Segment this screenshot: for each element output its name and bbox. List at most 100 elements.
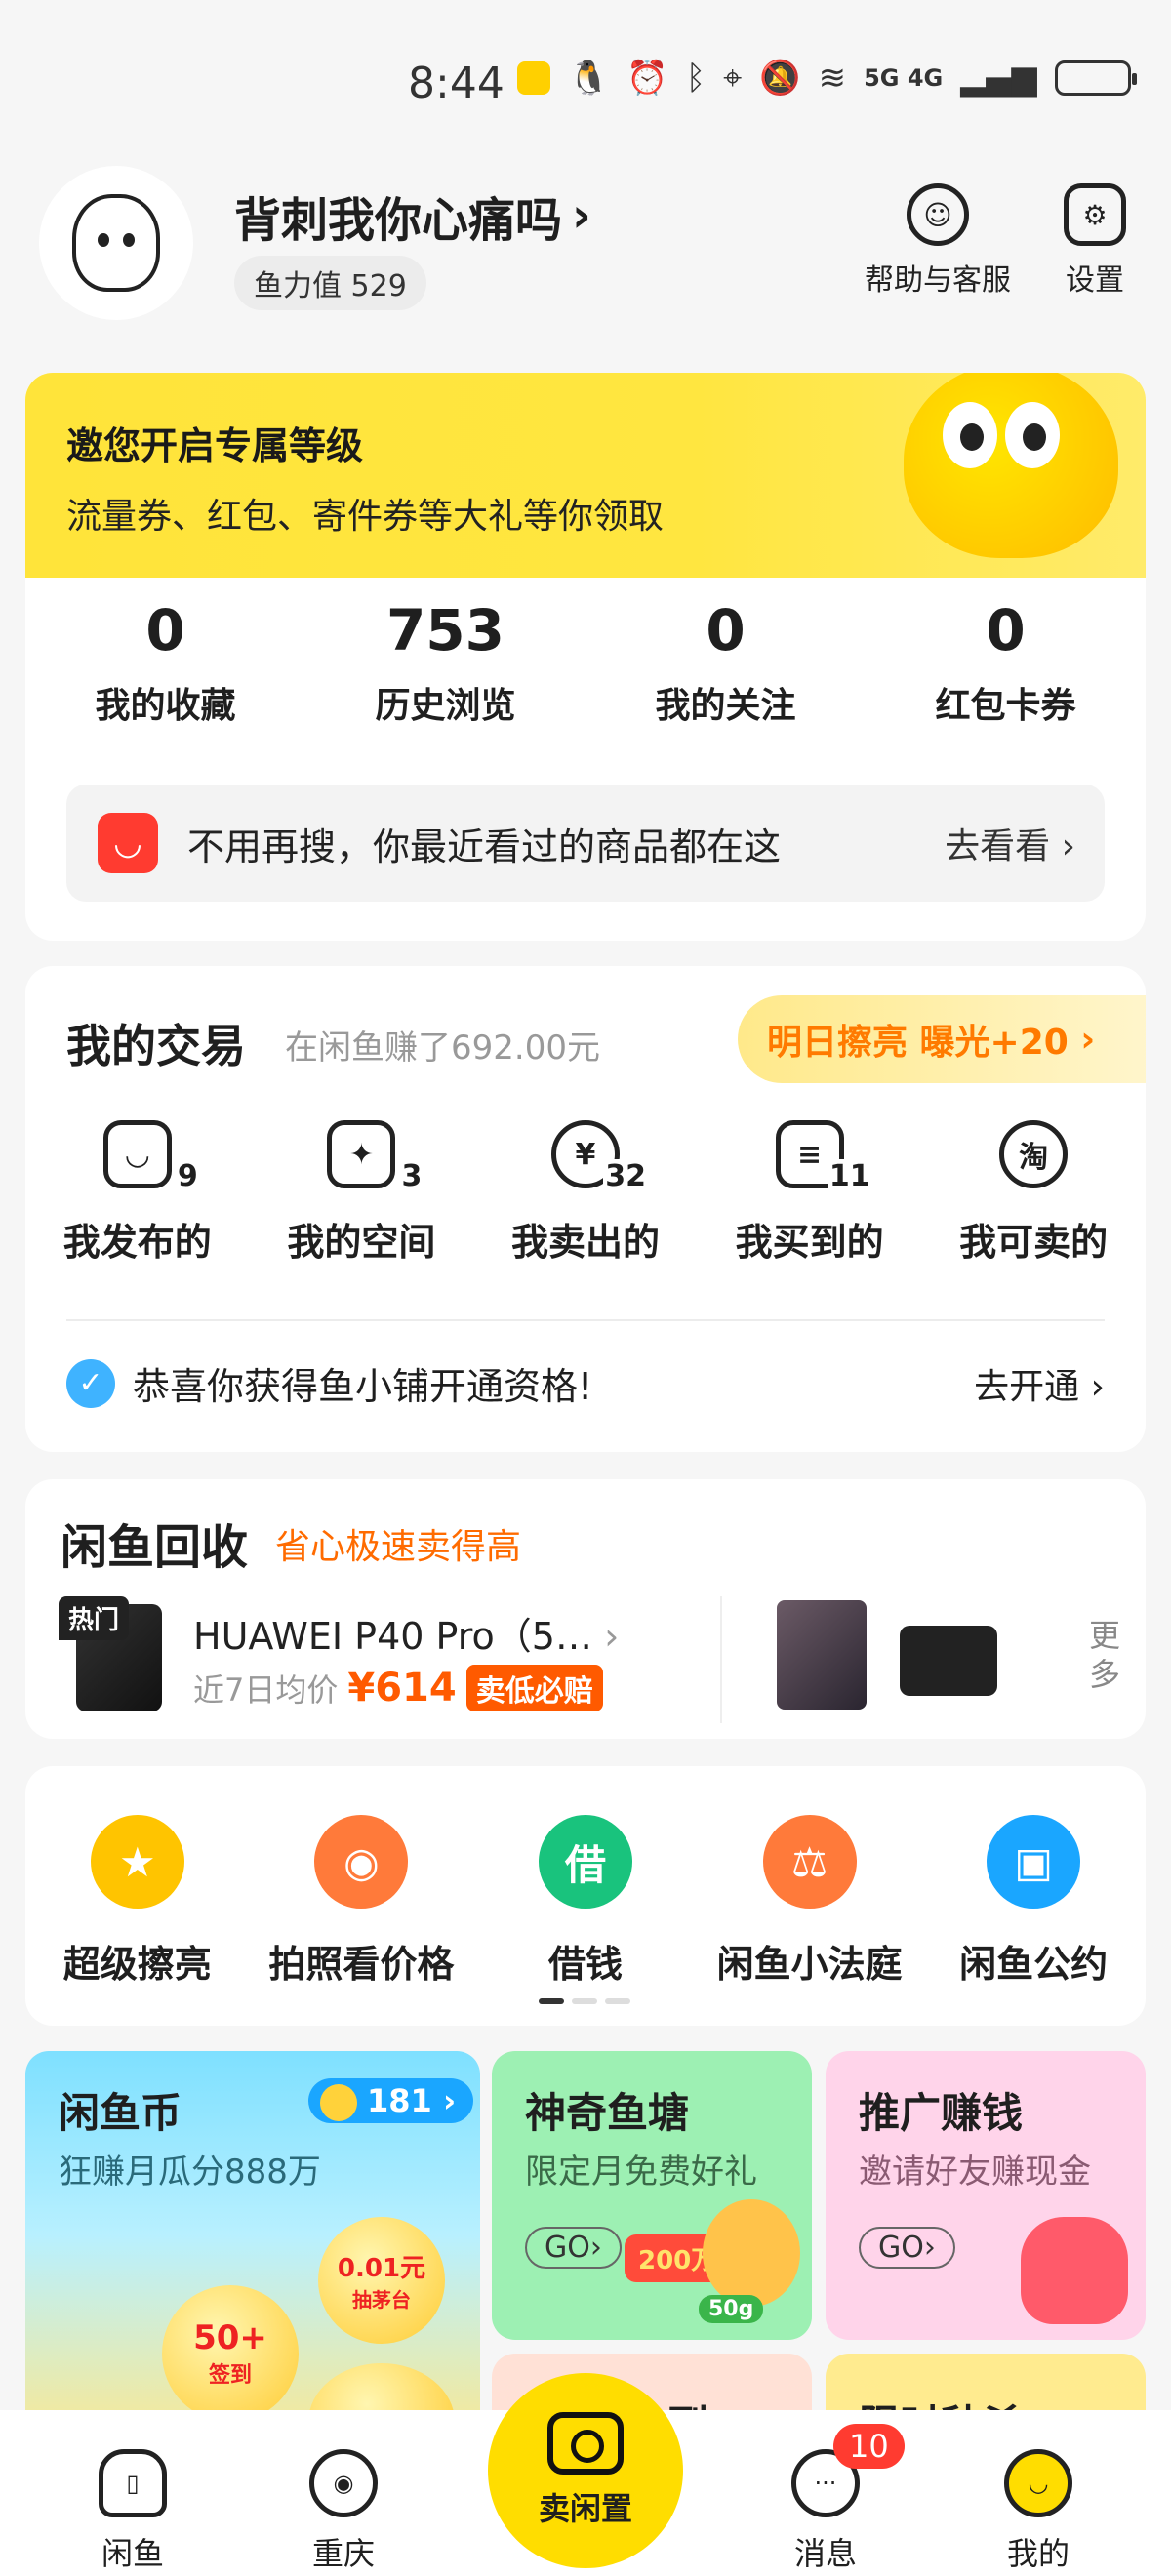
recent-viewed-banner[interactable]: ◡ 不用再搜，你最近看过的商品都在这 去看看 › (66, 785, 1105, 902)
page-dot (572, 1998, 597, 2004)
service-label: 闲鱼公约 (959, 1943, 1109, 1986)
page-dot (539, 1998, 564, 2004)
tile-title: 闲鱼币 (59, 2089, 182, 2137)
magic-pond-tile[interactable]: 神奇鱼塘 限定月免费好礼 GO› 200万 50g (492, 2051, 812, 2340)
recycle-card: 闲鱼回收 省心极速卖得高 热门 HUAWEI P40 Pro（5… › 近7日均… (25, 1479, 1146, 1739)
recycle-product-link[interactable]: HUAWEI P40 Pro（5… › (193, 1606, 619, 1660)
trade-item-bought[interactable]: ≡ 11 我买到的 (698, 1120, 922, 1266)
signal-icon: ▂▄▆ (960, 59, 1037, 98)
divider (66, 1319, 1105, 1321)
money-bag-icon (1021, 2217, 1128, 2324)
fish-mascot-icon (904, 373, 1118, 558)
trade-item-sold[interactable]: ¥32 我卖出的 (473, 1120, 698, 1266)
messages-count-badge: 10 (833, 2424, 905, 2469)
coin-count-badge[interactable]: 181 › (308, 2078, 474, 2123)
recent-viewed-link: 去看看 › (945, 826, 1075, 866)
network-type-label: 5G 4G (864, 64, 944, 92)
nav-label: 消息 (793, 2535, 857, 2572)
published-icon: ◡ 9 (102, 1120, 200, 1193)
mute-icon: 🔕 (759, 59, 801, 98)
help-service-button[interactable]: ☺ 帮助与客服 (865, 183, 1011, 299)
location-icon: ⌖ (723, 59, 743, 98)
trade-earned: 在闲鱼赚了692.00元 (285, 1028, 600, 1067)
sell-label: 卖闲置 (538, 2490, 632, 2527)
stat-value: 0 (986, 597, 1026, 664)
settings-label: 设置 (1066, 263, 1124, 298)
service-convention[interactable]: ▣ 闲鱼公约 (921, 1815, 1146, 1988)
services-row: ★ 超级擦亮 ◉ 拍照看价格 借 借钱 ⚖ 闲鱼小法庭 ▣ 闲鱼公约 (25, 1815, 1146, 1988)
product-price-row: 近7日均价 ¥614 卖低必赔 (193, 1665, 603, 1711)
gear-icon: ⚙ (1064, 183, 1126, 246)
hot-tag: 热门 (59, 1596, 130, 1640)
sell-idle-button[interactable]: 卖闲置 (488, 2373, 683, 2568)
promotion-earn-tile[interactable]: 推广赚钱 邀请好友赚现金 GO› (826, 2051, 1146, 2340)
service-label: 借钱 (547, 1943, 623, 1986)
pond-weight-tag: 50g (699, 2295, 764, 2323)
tomorrow-polish-button[interactable]: 明日擦亮 曝光+20 › (738, 995, 1146, 1083)
tile-title: 神奇鱼塘 (525, 2089, 690, 2137)
xianyu-coin-tile[interactable]: 闲鱼币 181 › 狂赚月瓜分888万 0.01元抽茅台 50+签到 1000万 (25, 2051, 480, 2461)
stat-value: 0 (145, 597, 185, 664)
shop-open-link: 去开通 › (974, 1366, 1105, 1407)
camera-icon (547, 2412, 624, 2475)
service-super-polish[interactable]: ★ 超级擦亮 (25, 1815, 250, 1988)
stat-coupons[interactable]: 0 红包卡券 (866, 597, 1146, 728)
recycle-slogan: 省心极速卖得高 (275, 1527, 522, 1567)
page-dot (605, 1998, 630, 2004)
qq-icon: 🐧 (568, 59, 610, 98)
trade-item-published[interactable]: ◡ 9 我发布的 (25, 1120, 250, 1266)
price-value: ¥614 (347, 1666, 457, 1711)
stat-history[interactable]: 753 历史浏览 (305, 597, 586, 728)
nav-mine[interactable]: ◡ 我的 (970, 2449, 1107, 2574)
nav-home[interactable]: ▯ 闲鱼 (64, 2449, 201, 2574)
tablet-image[interactable] (777, 1600, 867, 1710)
trade-item-sellable[interactable]: 淘 我可卖的 (921, 1120, 1146, 1266)
stat-label: 历史浏览 (375, 686, 516, 726)
status-time: 8:44 (408, 59, 505, 108)
camera-image[interactable] (900, 1626, 997, 1696)
service-borrow[interactable]: 借 借钱 (473, 1815, 698, 1988)
settings-button[interactable]: ⚙ 设置 (1064, 183, 1126, 299)
mascot-eye-icon (1005, 402, 1060, 468)
username: 背刺我你心痛吗 (234, 193, 563, 248)
taobao-icon: 淘 (999, 1120, 1069, 1188)
promo-go-button[interactable]: GO› (859, 2227, 955, 2269)
stat-value: 753 (385, 597, 505, 664)
nav-city[interactable]: ◉ 重庆 (275, 2449, 412, 2574)
trade-item-label: 我可卖的 (959, 1221, 1109, 1264)
alarm-icon: ⏰ (626, 59, 668, 98)
count-badge: 9 (175, 1159, 200, 1193)
price-guarantee-tag: 卖低必赔 (465, 1665, 603, 1711)
stat-following[interactable]: 0 我的关注 (586, 597, 866, 728)
shop-qualification-row[interactable]: ✓ 恭喜你获得鱼小铺开通资格! 去开通 › (66, 1356, 1105, 1410)
page-indicator (539, 1998, 630, 2004)
mascot-eye-icon (943, 402, 997, 468)
tile-subtitle: 邀请好友赚现金 (859, 2153, 1091, 2192)
avatar[interactable] (39, 166, 193, 320)
services-card: ★ 超级擦亮 ◉ 拍照看价格 借 借钱 ⚖ 闲鱼小法庭 ▣ 闲鱼公约 (25, 1766, 1146, 2026)
location-pin-icon: ◉ (309, 2449, 378, 2517)
chevron-right-icon: › (604, 1615, 620, 1658)
service-photo-price[interactable]: ◉ 拍照看价格 (250, 1815, 474, 1988)
nav-label: 闲鱼 (101, 2535, 164, 2572)
level-subtitle: 流量券、红包、寄件券等大礼等你领取 (66, 497, 665, 537)
trade-item-label: 我的空间 (287, 1221, 436, 1264)
chevron-right-icon: › (572, 188, 591, 243)
shop-qualification-text: 恭喜你获得鱼小铺开通资格! (133, 1365, 593, 1408)
pond-go-button[interactable]: GO› (525, 2227, 622, 2269)
username-link[interactable]: 背刺我你心痛吗 › (234, 181, 591, 250)
camera-icon: ◉ (314, 1815, 409, 1909)
tile-subtitle: 限定月免费好礼 (525, 2153, 757, 2192)
stat-favorites[interactable]: 0 我的收藏 (25, 597, 305, 728)
star-icon: ★ (90, 1815, 184, 1909)
service-court[interactable]: ⚖ 闲鱼小法庭 (698, 1815, 922, 1988)
shopping-bag-icon: ◡ (98, 813, 158, 873)
borrow-icon: 借 (538, 1815, 632, 1909)
yuli-value-badge[interactable]: 鱼力值 529 (234, 256, 426, 310)
level-banner[interactable]: 邀您开启专属等级 流量券、红包、寄件券等大礼等你领取 (25, 373, 1146, 578)
recent-viewed-text: 不用再搜，你最近看过的商品都在这 (187, 825, 782, 868)
service-label: 超级擦亮 (62, 1943, 212, 1986)
more-recycle-link[interactable]: 更多 (1085, 1616, 1124, 1694)
trade-item-space[interactable]: ✦ 3 我的空间 (250, 1120, 474, 1266)
customer-service-icon: ☺ (907, 183, 969, 246)
